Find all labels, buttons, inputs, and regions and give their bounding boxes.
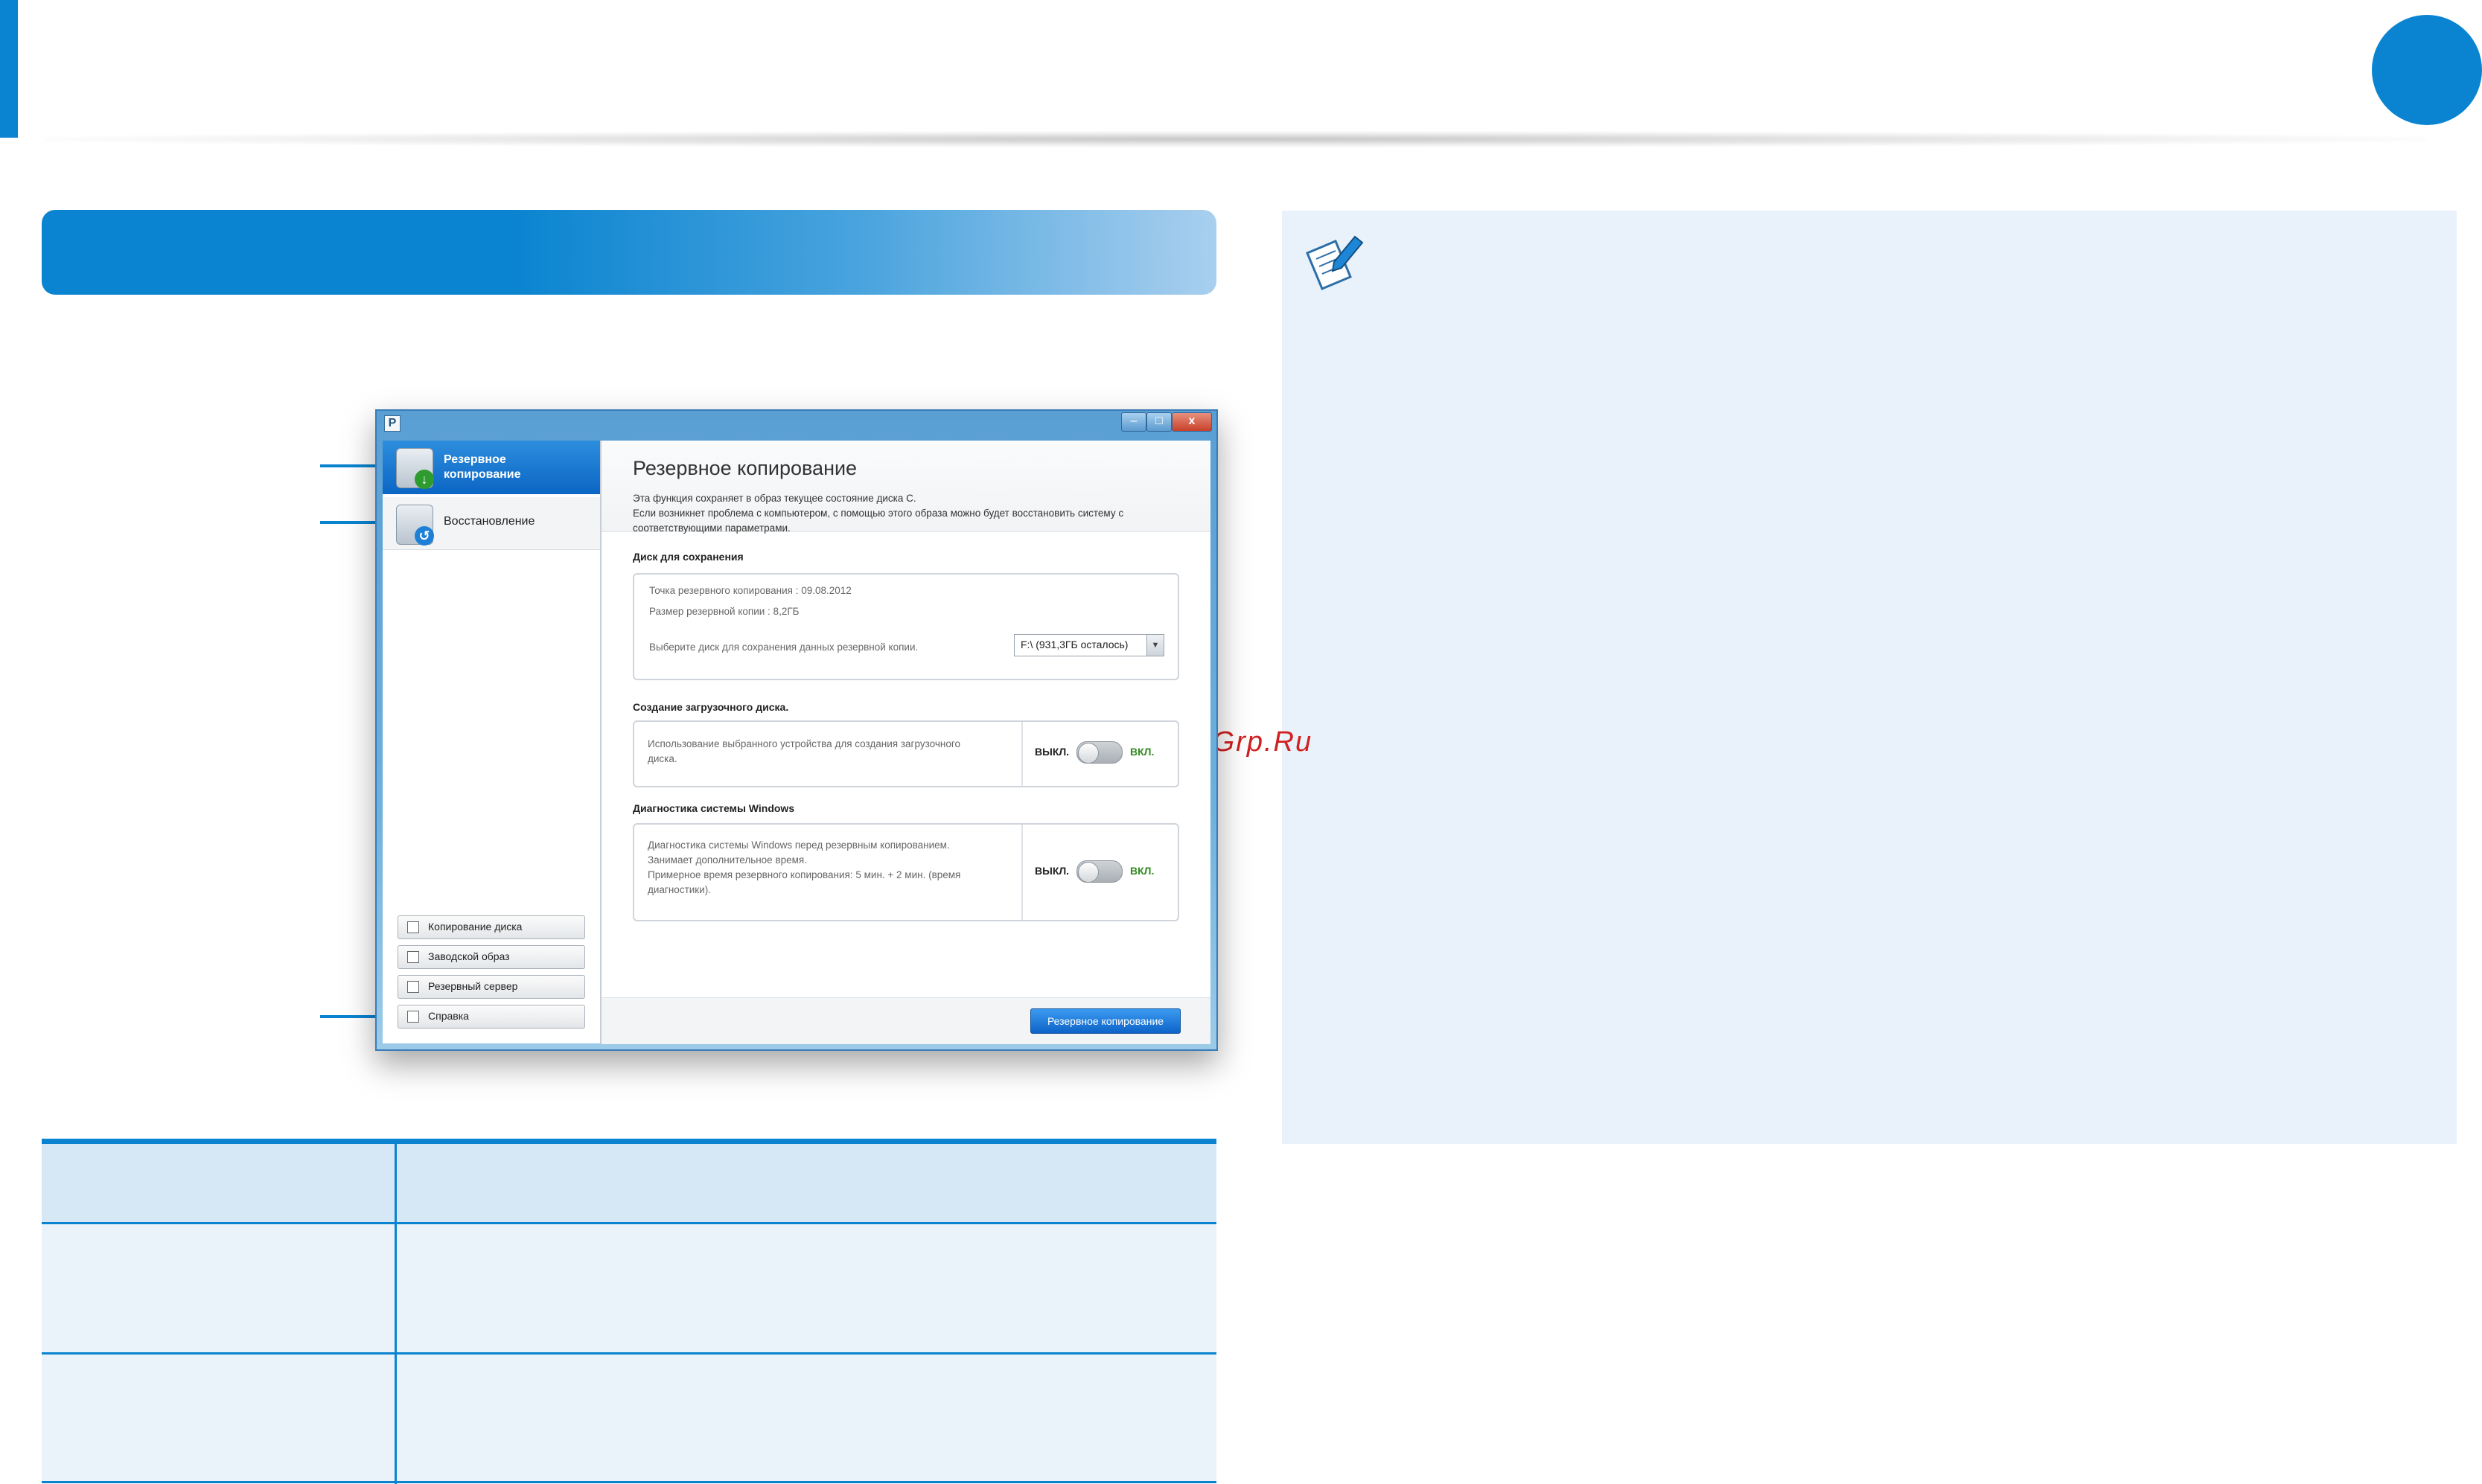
backup-point: Точка резервного копирования : 09.08.201…: [649, 585, 852, 596]
disk-select[interactable]: F:\ (931,3ГБ осталось) ▼: [1014, 634, 1164, 656]
table-top-border: [42, 1139, 1216, 1144]
diag-toggle[interactable]: [1076, 860, 1123, 883]
toggle-knob: [1078, 743, 1099, 764]
table-column-divider: [395, 1144, 397, 1484]
table-row: [42, 1355, 1216, 1483]
table-rule: [42, 1481, 1216, 1483]
diag-toggle-off-label: ВЫКЛ.: [1035, 865, 1070, 877]
main-footer: Резервное копирование: [602, 997, 1210, 1044]
maximize-button[interactable]: □: [1146, 412, 1172, 432]
note-panel: [1282, 211, 2457, 1144]
divider: [1021, 722, 1023, 786]
minimize-button[interactable]: –: [1121, 412, 1146, 432]
disk-copy-icon: [407, 921, 419, 933]
factory-image-icon: [407, 951, 419, 963]
boot-toggle-on-label: ВКЛ.: [1130, 746, 1155, 758]
close-button[interactable]: x: [1172, 412, 1212, 432]
main-header: Резервное копирование Эта функция сохран…: [602, 441, 1210, 534]
start-backup-button[interactable]: Резервное копирование: [1030, 1008, 1181, 1034]
section-title-band: [42, 210, 1216, 295]
diag-section-heading: Диагностика системы Windows: [633, 802, 795, 814]
boot-section-box: Использование выбранного устройства для …: [633, 720, 1179, 787]
app-window: P – □ x ↓ Резервное копирование ↺ Восста…: [375, 409, 1218, 1051]
sidebar-item-label: Резервное копирование: [444, 453, 521, 481]
disk-section-box: Точка резервного копирования : 09.08.201…: [633, 573, 1179, 680]
table-header: [42, 1144, 1216, 1222]
header-divider: [45, 131, 2427, 147]
boot-toggle-off-label: ВЫКЛ.: [1035, 746, 1070, 758]
disk-select-prompt: Выберите диск для сохранения данных резе…: [649, 642, 919, 653]
sidebar-item-backup[interactable]: ↓ Резервное копирование: [383, 441, 600, 494]
diag-toggle-on-label: ВКЛ.: [1130, 865, 1155, 877]
factory-image-button[interactable]: Заводской образ: [398, 945, 585, 969]
chevron-down-icon[interactable]: ▼: [1146, 635, 1164, 656]
boot-section-heading: Создание загрузочного диска.: [633, 701, 789, 713]
sidebar-item-label: Восстановление: [444, 515, 535, 528]
help-button[interactable]: Справка: [398, 1005, 585, 1029]
page-description: Эта функция сохраняет в образ текущее со…: [633, 493, 1124, 534]
disk-section-heading: Диск для сохранения: [633, 551, 744, 563]
server-icon: [407, 981, 419, 993]
page-number-badge: [2372, 15, 2482, 125]
note-pencil-icon: [1306, 235, 1364, 290]
main-panel: Резервное копирование Эта функция сохран…: [602, 441, 1210, 1044]
restore-icon: ↺: [396, 505, 434, 546]
boot-section-text: Использование выбранного устройства для …: [648, 738, 960, 764]
app-icon: P: [384, 415, 401, 432]
backup-server-button[interactable]: Резервный сервер: [398, 975, 585, 999]
table-row: [42, 1224, 1216, 1352]
toggle-knob: [1078, 862, 1099, 883]
diag-section-box: Диагностика системы Windows перед резерв…: [633, 823, 1179, 921]
backup-icon: ↓: [396, 448, 434, 489]
disk-copy-button[interactable]: Копирование диска: [398, 915, 585, 939]
page-accent-bar: [0, 0, 18, 138]
sidebar-item-restore[interactable]: ↺ Восстановление: [383, 497, 600, 550]
page-title: Резервное копирование: [633, 457, 858, 479]
disk-select-value: F:\ (931,3ГБ осталось): [1021, 639, 1129, 650]
window-client: ↓ Резервное копирование ↺ Восстановление…: [383, 441, 1210, 1044]
sidebar: ↓ Резервное копирование ↺ Восстановление…: [383, 441, 602, 1043]
diag-section-text: Диагностика системы Windows перед резерв…: [648, 839, 961, 895]
restore-badge-icon: ↺: [415, 526, 434, 546]
download-arrow-icon: ↓: [415, 470, 434, 489]
help-icon: [407, 1011, 419, 1023]
boot-toggle[interactable]: [1076, 741, 1123, 764]
backup-size: Размер резервной копии : 8,2ГБ: [649, 606, 800, 617]
divider: [1021, 825, 1023, 920]
